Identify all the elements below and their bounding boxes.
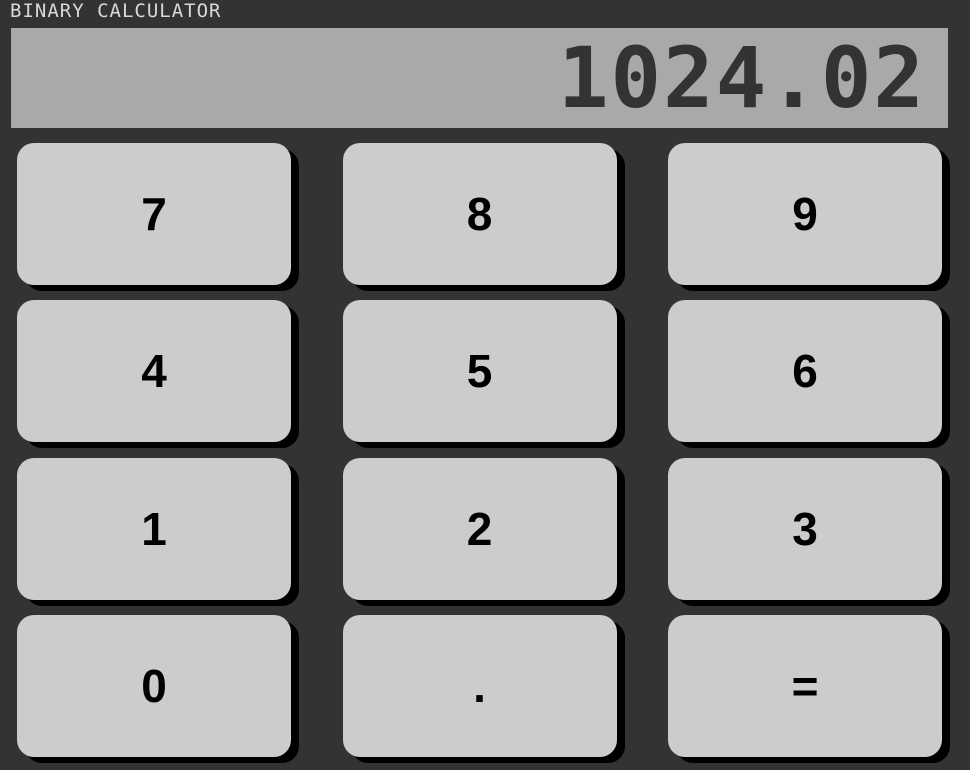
calculator-display: 1024.02	[11, 28, 948, 128]
key-2-button[interactable]: 2	[342, 457, 617, 600]
key-7-button[interactable]: 7	[17, 143, 291, 285]
keypad: 7 8 9 4 5 6 1 2 3 0 . =	[17, 143, 942, 757]
decimal-point-button[interactable]: .	[342, 614, 617, 757]
key-6-button[interactable]: 6	[668, 300, 942, 443]
key-0-button[interactable]: 0	[17, 614, 291, 757]
key-5-button[interactable]: 5	[342, 300, 617, 443]
key-8-button[interactable]: 8	[342, 143, 617, 285]
display-value: 1024.02	[557, 29, 926, 127]
key-1-button[interactable]: 1	[17, 457, 291, 600]
equals-button[interactable]: =	[668, 614, 942, 757]
key-9-button[interactable]: 9	[668, 143, 942, 285]
key-4-button[interactable]: 4	[17, 300, 291, 443]
app-title: BINARY CALCULATOR	[10, 0, 222, 22]
key-3-button[interactable]: 3	[668, 457, 942, 600]
